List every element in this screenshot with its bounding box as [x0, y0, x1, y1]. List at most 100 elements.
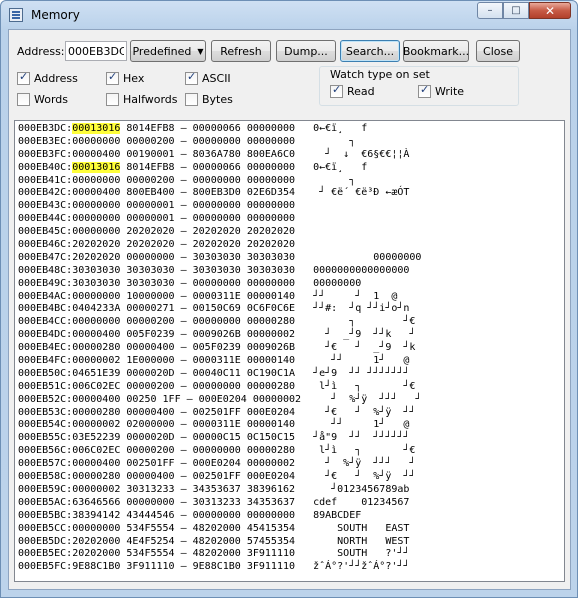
maximize-button[interactable]: □: [503, 2, 529, 19]
hex-word: 0000020D: [126, 367, 175, 379]
memory-row[interactable]: 000EB45C:00000000 20202020 – 20202020 20…: [18, 226, 421, 239]
ascii-text: SOUTH EAST: [313, 522, 410, 534]
bytes-checkbox-label: Bytes: [202, 93, 233, 106]
memory-row[interactable]: 000EB4BC:0404233A 00000271 – 00150C69 0C…: [18, 303, 421, 316]
memory-row[interactable]: 000EB47C:20202020 00000000 – 30303030 30…: [18, 252, 421, 265]
hex-word: 20202020: [192, 239, 241, 251]
memory-row[interactable]: 000EB43C:00000000 00000001 – 00000000 00…: [18, 200, 421, 213]
ascii-checkbox[interactable]: ASCII: [185, 70, 231, 85]
memory-row[interactable]: 000EB5DC:20202000 4E4F5254 – 48202000 57…: [18, 536, 421, 549]
hex-word: 20202020: [72, 239, 121, 251]
bytes-checkbox[interactable]: Bytes: [185, 93, 233, 106]
client-area: Address: Predefined ▼ Refresh Dump... Sea…: [8, 29, 571, 590]
minimize-button[interactable]: –: [477, 2, 503, 19]
hex-word: 00000400: [72, 393, 121, 405]
address-input[interactable]: [65, 41, 127, 61]
ascii-text: ┘┘ 1┘ @: [313, 419, 410, 431]
ascii-text: 00000000: [313, 251, 422, 263]
memory-app-icon: [9, 8, 23, 22]
checkbox-icon: [418, 83, 431, 98]
predefined-dropdown[interactable]: Predefined ▼: [130, 40, 206, 62]
dump-button[interactable]: Dump...: [276, 40, 336, 62]
memory-row[interactable]: 000EB42C:00000400 800EB400 – 800EB3D0 02…: [18, 187, 421, 200]
hex-word: 00000002: [252, 393, 302, 405]
memory-row[interactable]: 000EB50C:04651E39 0000020D – 00040C11 0C…: [18, 368, 421, 381]
hex-word: 005F0239: [126, 329, 175, 341]
ascii-text: l┘ì ┐ ┘€: [313, 445, 416, 457]
hex-word: 534F5554: [126, 522, 175, 534]
memory-row[interactable]: 000EB4CC:00000000 00000200 – 00000000 00…: [18, 316, 421, 329]
memory-row[interactable]: 000EB57C:00000400 002501FF – 000E0204 00…: [18, 458, 421, 471]
memory-row[interactable]: 000EB48C:30303030 30303030 – 30303030 30…: [18, 265, 421, 278]
hex-checkbox-label: Hex: [123, 72, 145, 85]
ascii-text: 0←€ï¸ f: [313, 161, 368, 173]
row-address: 000EB4AC: [18, 290, 67, 302]
memory-row[interactable]: 000EB49C:30303030 30303030 – 00000000 00…: [18, 278, 421, 291]
close-window-button[interactable]: ✕: [529, 2, 571, 19]
hex-word: 006C02EC: [72, 445, 121, 457]
write-checkbox[interactable]: Write: [418, 83, 465, 98]
hex-word: 0000020D: [126, 432, 175, 444]
row-address: 000EB56C: [18, 445, 67, 457]
memory-row[interactable]: 000EB5FC:9E88C1B0 3F911110 – 9E88C1B0 3F…: [18, 561, 421, 574]
hex-word: 00000000: [72, 290, 121, 302]
memory-row[interactable]: 000EB41C:00000000 00000200 – 00000000 00…: [18, 175, 421, 188]
hex-word: 20202000: [72, 535, 121, 547]
hex-word: 00000280: [246, 380, 296, 392]
row-address: 000EB41C: [18, 174, 67, 186]
search-button[interactable]: Search...: [340, 40, 400, 62]
hex-word: 9E88C1B0: [72, 561, 121, 573]
memory-row[interactable]: 000EB58C:00000280 00000400 – 002501FF 00…: [18, 471, 421, 484]
ascii-text: ┘┘ ┘ 1 @: [313, 290, 398, 302]
row-address: 000EB4DC: [18, 329, 67, 341]
memory-row[interactable]: 000EB51C:006C02EC 00000200 – 00000000 00…: [18, 381, 421, 394]
ascii-text: NORTH WEST: [313, 535, 410, 547]
ascii-text: SOUTH ?'┘┘: [313, 548, 410, 560]
memory-row[interactable]: 000EB55C:03E52239 0000020D – 00000C15 0C…: [18, 432, 421, 445]
hex-word: 00000000: [126, 496, 175, 508]
memory-row[interactable]: 000EB5EC:20202000 534F5554 – 48202000 3F…: [18, 548, 421, 561]
bookmark-button[interactable]: Bookmark...: [403, 40, 469, 62]
memory-row[interactable]: 000EB4DC:00000400 005F0239 – 0009026B 00…: [18, 329, 421, 342]
hex-word: 0000311E: [192, 290, 241, 302]
memory-row[interactable]: 000EB5CC:00000000 534F5554 – 48202000 45…: [18, 523, 421, 536]
hex-word: 00000000: [246, 277, 296, 289]
row-address: 000EB55C: [18, 432, 67, 444]
title-bar[interactable]: Memory – □ ✕: [1, 1, 577, 29]
memory-row[interactable]: 000EB4AC:00000000 10000000 – 0000311E 00…: [18, 291, 421, 304]
memory-row[interactable]: 000EB44C:00000000 00000001 – 00000000 00…: [18, 213, 421, 226]
hex-word: 45415354: [246, 522, 296, 534]
memory-row[interactable]: 000EB40C:00013016 8014EFB8 – 00000066 00…: [18, 161, 421, 175]
hex-word: 00000200: [126, 445, 175, 457]
halfwords-checkbox[interactable]: Halfwords: [106, 93, 178, 106]
memory-row[interactable]: 000EB52C:00000400 00250 1FF – 000E0204 0…: [18, 394, 421, 407]
hex-word: 1E000000: [126, 355, 175, 367]
hex-word: 800EA6C0: [246, 148, 296, 160]
write-checkbox-label: Write: [435, 85, 465, 98]
memory-row[interactable]: 000EB59C:00000002 30313233 – 34353637 38…: [18, 484, 421, 497]
memory-row[interactable]: 000EB46C:20202020 20202020 – 20202020 20…: [18, 239, 421, 252]
memory-row[interactable]: 000EB3FC:00000400 00190001 – 8036A780 80…: [18, 149, 421, 162]
read-checkbox[interactable]: Read: [330, 83, 375, 98]
memory-row[interactable]: 000EB4FC:00000002 1E000000 – 0000311E 00…: [18, 355, 421, 368]
refresh-button[interactable]: Refresh: [211, 40, 271, 62]
memory-view[interactable]: 000EB3DC:00013016 8014EFB8 – 00000066 00…: [14, 120, 565, 582]
address-checkbox[interactable]: Address: [17, 70, 78, 85]
hex-word: 00000001: [126, 213, 175, 225]
ascii-text: ┘å"9 ┘┘ ┘┘┘┘┘┘: [313, 432, 410, 444]
words-checkbox[interactable]: Words: [17, 93, 68, 106]
hex-word: 00000000: [246, 123, 296, 134]
hex-word: 48202000: [192, 548, 241, 560]
hex-checkbox[interactable]: Hex: [106, 70, 145, 85]
memory-row[interactable]: 000EB4EC:00000280 00000400 – 005F0239 00…: [18, 342, 421, 355]
memory-row[interactable]: 000EB3EC:00000000 00000200 – 00000000 00…: [18, 136, 421, 149]
close-button[interactable]: Close: [476, 40, 520, 62]
memory-row[interactable]: 000EB56C:006C02EC 00000200 – 00000000 00…: [18, 445, 421, 458]
memory-row[interactable]: 000EB5BC:38394142 43444546 – 00000000 00…: [18, 510, 421, 523]
memory-row[interactable]: 000EB5AC:63646566 00000000 – 30313233 34…: [18, 497, 421, 510]
memory-row[interactable]: 000EB54C:00000002 02000000 – 0000311E 00…: [18, 419, 421, 432]
hex-word: 00000066: [192, 161, 241, 173]
hex-word: 002501FF: [126, 458, 175, 470]
memory-row[interactable]: 000EB53C:00000280 00000400 – 002501FF 00…: [18, 407, 421, 420]
memory-row[interactable]: 000EB3DC:00013016 8014EFB8 – 00000066 00…: [18, 123, 421, 136]
